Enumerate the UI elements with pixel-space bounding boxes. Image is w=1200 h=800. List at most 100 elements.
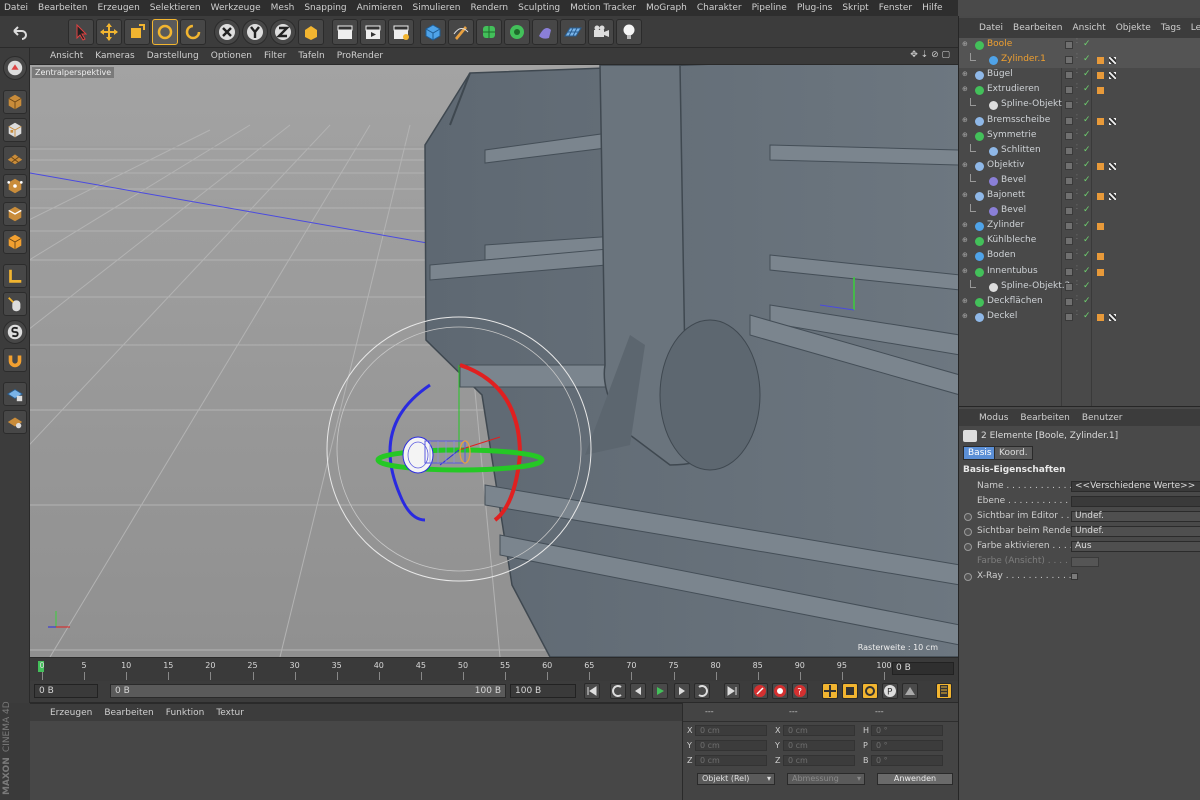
visibility-toggle[interactable] <box>1065 312 1073 321</box>
object-row[interactable]: Spline-Objekt.2 ⁚ ✓ <box>959 279 1200 295</box>
material-menu-funktion[interactable]: Funktion <box>166 708 205 718</box>
editor-render-dots[interactable]: ⁚ <box>1076 220 1078 226</box>
viewport-menu-filter[interactable]: Filter <box>264 51 286 61</box>
visibility-toggle[interactable] <box>1065 86 1073 95</box>
pen-spline-button[interactable] <box>448 19 474 45</box>
xray-checkbox[interactable] <box>1071 573 1078 580</box>
viewport-menu-ansicht[interactable]: Ansicht <box>50 51 83 61</box>
coordinate-system-button[interactable] <box>298 19 324 45</box>
range-slider[interactable]: 0 B 100 B <box>110 684 506 698</box>
menu-item-snapping[interactable]: Snapping <box>304 3 346 13</box>
render-picture-viewer-button[interactable] <box>360 19 386 45</box>
enabled-check-icon[interactable]: ✓ <box>1083 54 1091 64</box>
x-axis-lock-button[interactable] <box>214 19 240 45</box>
expand-toggle-icon[interactable]: ⊕ <box>962 221 968 229</box>
enabled-check-icon[interactable]: ✓ <box>1083 266 1091 276</box>
enabled-check-icon[interactable]: ✓ <box>1083 190 1091 200</box>
phong-tag-icon[interactable] <box>1097 87 1104 95</box>
menu-item-plug-ins[interactable]: Plug-ins <box>797 3 833 13</box>
menu-item-fenster[interactable]: Fenster <box>879 3 912 13</box>
phong-tag-icon[interactable] <box>1097 57 1104 65</box>
coord-value-field[interactable]: 0 cm <box>695 740 767 751</box>
visibility-toggle[interactable] <box>1065 222 1073 231</box>
object-row[interactable]: Zylinder.1 ⁚ ✓ <box>959 53 1200 69</box>
enabled-check-icon[interactable]: ✓ <box>1083 175 1091 185</box>
material-tag-icon[interactable] <box>1109 72 1116 80</box>
key-scale-button[interactable] <box>842 683 858 699</box>
enabled-check-icon[interactable]: ✓ <box>1083 281 1091 291</box>
visibility-toggle[interactable] <box>1065 56 1073 65</box>
menu-item-simulieren[interactable]: Simulieren <box>413 3 461 13</box>
model-mode-button[interactable] <box>3 90 27 114</box>
material-menu-bearbeiten[interactable]: Bearbeiten <box>104 708 153 718</box>
move-tool-button[interactable] <box>96 19 122 45</box>
object-row[interactable]: ⊕ Kühlbleche ⁚ ✓ <box>959 234 1200 249</box>
expand-toggle-icon[interactable]: ⊕ <box>962 236 968 244</box>
phong-tag-icon[interactable] <box>1097 313 1104 321</box>
phong-tag-icon[interactable] <box>1097 72 1104 80</box>
editor-render-dots[interactable]: ⁚ <box>1076 54 1078 60</box>
expand-toggle-icon[interactable]: ⊕ <box>962 131 968 139</box>
menu-item-rendern[interactable]: Rendern <box>471 3 509 13</box>
editor-render-dots[interactable]: ⁚ <box>1076 295 1078 302</box>
visibility-toggle[interactable] <box>1065 207 1073 216</box>
cloner-button[interactable] <box>504 19 530 45</box>
expand-toggle-icon[interactable]: ⊕ <box>962 297 968 305</box>
expand-toggle-icon[interactable]: ⊕ <box>962 251 968 259</box>
enabled-check-icon[interactable]: ✓ <box>1083 99 1091 109</box>
material-tag-icon[interactable] <box>1109 162 1116 170</box>
prev-key-button[interactable] <box>610 683 626 699</box>
snapping-button[interactable] <box>3 320 27 344</box>
material-tag-icon[interactable] <box>1109 193 1116 200</box>
timeline-ruler[interactable]: 0 5 10 15 20 25 30 35 40 45 50 55 60 65 70 75 80 85 90 95 10… <box>30 657 958 681</box>
visibility-toggle[interactable] <box>1065 116 1073 125</box>
attribute-value-field[interactable]: Aus <box>1071 541 1200 552</box>
enabled-check-icon[interactable]: ✓ <box>1083 84 1091 94</box>
viewport-nav-icons[interactable]: ✥ ⇣ ⊘ ▢ <box>910 50 950 60</box>
z-axis-lock-button[interactable] <box>270 19 296 45</box>
object-row[interactable]: ⊕ Boole ⁚ ✓ <box>959 38 1200 53</box>
phong-tag-icon[interactable] <box>1097 117 1104 125</box>
editor-render-dots[interactable]: ⁚ <box>1076 39 1078 45</box>
enabled-check-icon[interactable]: ✓ <box>1083 311 1091 321</box>
next-key-button[interactable] <box>694 683 710 699</box>
tab-basis[interactable]: Basis <box>963 446 997 460</box>
visibility-toggle[interactable] <box>1065 237 1073 246</box>
phong-tag-icon[interactable] <box>1097 223 1104 231</box>
object-row[interactable]: ⊕ Extrudieren ⁚ ✓ <box>959 83 1200 98</box>
coord-value-field[interactable]: 0 cm <box>783 755 855 766</box>
phong-tag-icon[interactable] <box>1097 253 1104 261</box>
enabled-check-icon[interactable]: ✓ <box>1083 205 1091 215</box>
expand-toggle-icon[interactable]: ⊕ <box>962 191 968 199</box>
y-axis-lock-button[interactable] <box>242 19 268 45</box>
enabled-check-icon[interactable]: ✓ <box>1083 220 1091 230</box>
object-row[interactable]: ⊕ Innentubus ⁚ ✓ <box>959 265 1200 280</box>
floor-button[interactable] <box>560 19 586 45</box>
visibility-toggle[interactable] <box>1065 101 1073 110</box>
render-settings-button[interactable] <box>388 19 414 45</box>
texture-mode-button[interactable] <box>3 118 27 142</box>
menu-item-datei[interactable]: Datei <box>4 3 28 13</box>
editor-render-dots[interactable]: ⁚ <box>1076 174 1078 181</box>
object-menu-bearbeiten[interactable]: Bearbeiten <box>1013 23 1062 33</box>
expand-toggle-icon[interactable]: ⊕ <box>962 312 968 320</box>
enabled-check-icon[interactable]: ✓ <box>1083 115 1091 125</box>
coord-value-field[interactable]: 0 ° <box>871 725 943 736</box>
key-pla-button[interactable] <box>902 683 918 699</box>
object-menu-datei[interactable]: Datei <box>979 23 1003 33</box>
editor-render-dots[interactable]: ⁚ <box>1076 99 1078 105</box>
auto-key-button[interactable] <box>772 683 788 699</box>
editor-render-dots[interactable]: ⁚ <box>1076 129 1078 136</box>
play-button[interactable] <box>652 683 668 699</box>
scale-tool-button[interactable] <box>124 19 150 45</box>
expand-toggle-icon[interactable]: ⊕ <box>962 116 968 124</box>
material-tag-icon[interactable] <box>1109 117 1116 125</box>
visibility-toggle[interactable] <box>1065 41 1073 49</box>
timeline-window-button[interactable] <box>936 683 952 699</box>
3d-viewport[interactable]: Zentralperspektive Rasterweite : 10 cm <box>30 65 958 657</box>
animation-radio[interactable] <box>964 513 972 521</box>
enabled-check-icon[interactable]: ✓ <box>1083 39 1091 49</box>
attribute-menu-bearbeiten[interactable]: Bearbeiten <box>1020 413 1069 423</box>
magnet-button[interactable] <box>3 348 27 372</box>
menu-item-mesh[interactable]: Mesh <box>271 3 295 13</box>
